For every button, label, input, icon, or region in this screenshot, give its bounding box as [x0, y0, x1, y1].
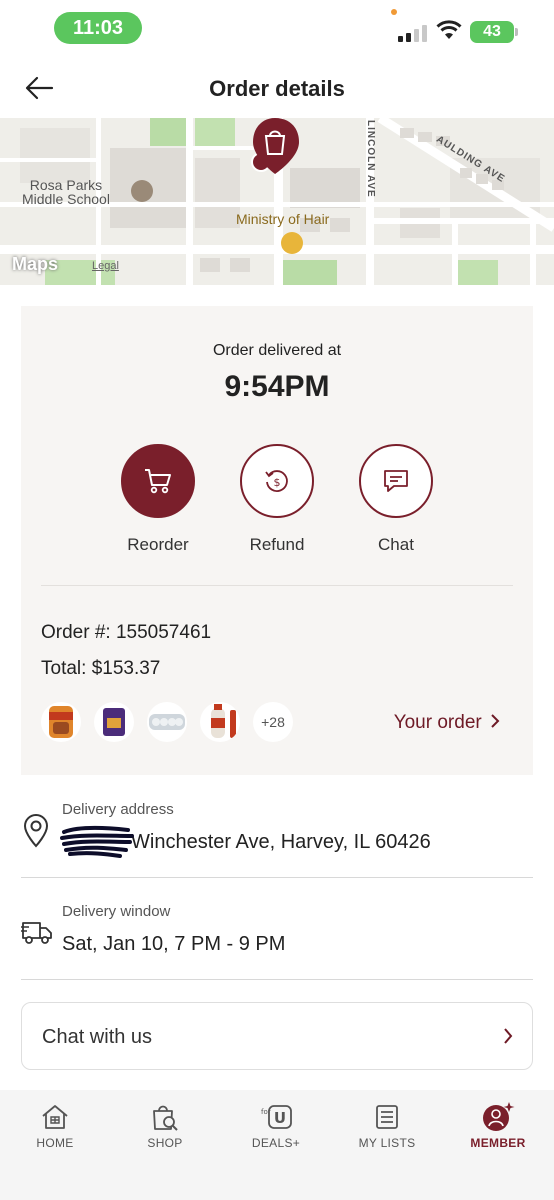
- svg-text:for: for: [261, 1108, 271, 1116]
- delivery-pin-icon: [251, 118, 299, 174]
- nav-home[interactable]: HOME: [10, 1102, 100, 1150]
- product-thumbnail: [41, 702, 81, 742]
- delivery-window-label: Delivery window: [62, 903, 171, 920]
- chat-bubble-icon: [384, 470, 408, 492]
- status-bar: 11:03 43: [0, 0, 554, 58]
- chat-with-us-button[interactable]: Chat with us: [21, 1002, 533, 1070]
- member-icon: [483, 1102, 515, 1131]
- list-icon: [376, 1105, 398, 1129]
- product-thumbnail: [94, 702, 134, 742]
- battery-indicator: 43: [470, 21, 518, 43]
- section-divider: [21, 877, 533, 878]
- bottom-navigation: HOME SHOP U for DEALS+ MY LISTS MEMBER: [0, 1090, 554, 1200]
- card-divider: [41, 585, 513, 586]
- nav-deals-label: DEALS+: [251, 1136, 301, 1150]
- nav-my-lists-label: MY LISTS: [358, 1136, 416, 1150]
- order-summary-card: Order delivered at 9:54PM Reorder $ Refu…: [21, 306, 533, 775]
- page-header: Order details: [0, 58, 554, 118]
- your-order-link[interactable]: Your order: [394, 712, 501, 734]
- reorder-label: Reorder: [127, 535, 189, 554]
- nav-my-lists[interactable]: MY LISTS: [342, 1102, 432, 1150]
- privacy-indicator-dot: [391, 9, 397, 15]
- nav-member[interactable]: MEMBER: [453, 1102, 543, 1150]
- shop-bag-icon: [153, 1105, 178, 1131]
- nav-shop[interactable]: SHOP: [120, 1102, 210, 1150]
- section-divider: [21, 979, 533, 980]
- more-items-count: +28: [253, 702, 293, 742]
- refund-button[interactable]: $ Refund: [222, 444, 332, 555]
- cart-icon: [145, 469, 171, 494]
- home-icon: [42, 1105, 68, 1129]
- page-title: Order details: [209, 76, 345, 101]
- map-label-business: Ministry of Hair: [236, 211, 330, 227]
- school-poi-icon: [131, 180, 153, 202]
- maps-legal-link[interactable]: Legal: [92, 260, 119, 272]
- delivery-address-label: Delivery address: [62, 801, 174, 818]
- redaction-scribble: [60, 826, 134, 858]
- reorder-button[interactable]: Reorder: [103, 444, 213, 555]
- svg-text:$: $: [274, 476, 281, 489]
- cellular-signal-icon: [398, 24, 427, 42]
- delivery-map[interactable]: Rosa Parks Middle School Ministry of Hai…: [0, 118, 554, 285]
- refund-label: Refund: [249, 535, 305, 554]
- your-order-label: Your order: [393, 712, 482, 733]
- chevron-right-icon: [504, 1028, 513, 1044]
- product-thumbnail: [200, 702, 240, 742]
- status-time: 11:03: [54, 12, 142, 44]
- nav-shop-label: SHOP: [147, 1136, 183, 1150]
- order-total: Total: $153.37: [41, 658, 161, 679]
- location-pin-icon: [23, 814, 49, 848]
- order-number: Order #: 155057461: [41, 622, 212, 643]
- map-label-school: Rosa Parks Middle School: [22, 177, 110, 207]
- delivery-window-row: Delivery window Sat, Jan 10, 7 PM - 9 PM: [21, 902, 533, 962]
- salon-poi-icon: [281, 232, 303, 254]
- nav-home-label: HOME: [36, 1136, 74, 1150]
- delivery-address-value: Winchester Ave, Harvey, IL 60426: [131, 831, 431, 853]
- delivered-time: 9:54PM: [224, 370, 330, 403]
- nav-member-label: MEMBER: [470, 1136, 526, 1150]
- chevron-right-icon: [491, 714, 500, 728]
- chat-button[interactable]: Chat: [341, 444, 451, 555]
- order-item-thumbnails[interactable]: +28: [41, 702, 293, 742]
- maps-logo: Maps: [12, 254, 59, 274]
- deals-icon: U for: [261, 1105, 292, 1129]
- nav-deals[interactable]: U for DEALS+: [231, 1102, 321, 1150]
- chat-label: Chat: [378, 535, 414, 554]
- refund-icon: $: [265, 470, 288, 492]
- delivered-label: Order delivered at: [212, 342, 342, 359]
- product-thumbnail: [147, 702, 187, 742]
- delivery-window-value: Sat, Jan 10, 7 PM - 9 PM: [62, 933, 286, 955]
- svg-text:U: U: [274, 1109, 286, 1127]
- map-street-lincoln: LINCOLN AVE: [365, 120, 376, 198]
- wifi-icon: [436, 20, 462, 39]
- chat-with-us-label: Chat with us: [42, 1026, 153, 1048]
- delivery-truck-icon: [21, 922, 52, 944]
